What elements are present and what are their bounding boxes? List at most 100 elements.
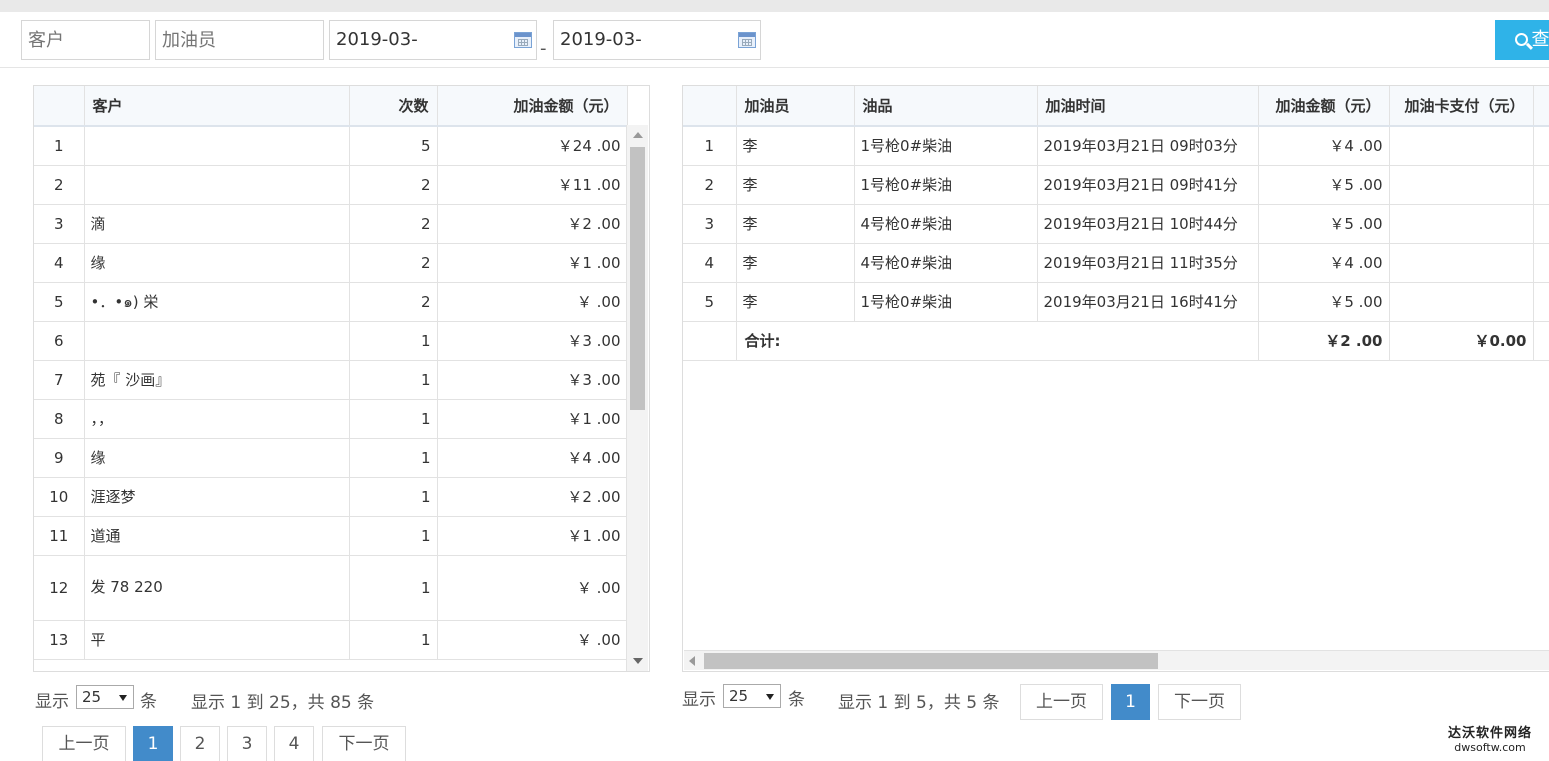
horizontal-scrollbar[interactable] xyxy=(684,650,1549,670)
customer-summary-table: 客户 次数 加油金额（元） 1 5 ￥24 .00 2 2 ￥11 .00 3 滴 2 ￥2 .0… xyxy=(34,86,628,660)
show-label: 显示 xyxy=(35,692,69,712)
col-time[interactable]: 加油时间 xyxy=(1037,86,1259,127)
col-product[interactable]: 油品 xyxy=(854,86,1038,127)
table-row[interactable]: 2李 1号枪0#柴油 2019年03月21日 09时41分 ￥5 .00 xyxy=(683,165,1549,205)
scroll-up-icon[interactable] xyxy=(633,132,643,138)
count-cell: 2 xyxy=(349,243,438,283)
scroll-left-icon[interactable] xyxy=(689,656,695,666)
date-from-field[interactable]: 2019-03- xyxy=(329,20,537,60)
table-row[interactable]: 10 涯逐梦 1 ￥2 .00 xyxy=(34,477,628,517)
table-row[interactable]: 5 •．•๑) 栄 2 ￥ .00 xyxy=(34,282,628,322)
table-row[interactable]: 3 滴 2 ￥2 .00 xyxy=(34,204,628,244)
total-card-payment: ￥0.00 xyxy=(1389,321,1534,361)
customer-cell: 缘 xyxy=(84,438,350,478)
count-cell: 5 xyxy=(349,126,438,166)
table-row[interactable]: 8，， 1 ￥1 .00 xyxy=(34,399,628,439)
col-count[interactable]: 次数 xyxy=(349,86,438,127)
total-row: 合计: ￥2 .00 ￥0.00 xyxy=(683,321,1549,361)
unit-label: 条 xyxy=(788,690,805,710)
table-row[interactable]: 3李 4号枪0#柴油 2019年03月21日 10时44分 ￥5 .00 xyxy=(683,204,1549,244)
next-page-button[interactable]: 下一页 xyxy=(1158,684,1241,720)
amount-cell: ￥5 .00 xyxy=(1258,204,1390,244)
table-row[interactable]: 13 平 1 ￥ .00 xyxy=(34,620,628,660)
count-cell: 1 xyxy=(349,360,438,400)
scroll-thumb[interactable] xyxy=(704,653,1158,669)
amount-cell: ￥4 .00 xyxy=(1258,243,1390,283)
page-button-1[interactable]: 1 xyxy=(1111,684,1150,720)
amount-cell: ￥1 .00 xyxy=(437,399,628,439)
table-row[interactable]: 4 缘 2 ￥1 .00 xyxy=(34,243,628,283)
more-cell xyxy=(1533,243,1549,283)
customer-cell xyxy=(84,165,350,205)
row-index: 2 xyxy=(34,165,85,205)
table-row[interactable]: 6 1 ￥3 .00 xyxy=(34,321,628,361)
scroll-thumb[interactable] xyxy=(630,147,645,410)
calendar-icon[interactable] xyxy=(738,32,756,48)
table-row[interactable]: 12 发 78 220 1 ￥ .00 xyxy=(34,555,628,621)
prev-page-button[interactable]: 上一页 xyxy=(1020,684,1103,720)
card-payment-cell xyxy=(1389,282,1534,322)
amount-cell: ￥4 .00 xyxy=(437,438,628,478)
scroll-down-icon[interactable] xyxy=(633,658,643,664)
count-cell: 2 xyxy=(349,204,438,244)
page-size-select[interactable]: 25 xyxy=(723,684,781,708)
next-page-button[interactable]: 下一页 xyxy=(322,726,406,761)
page-size-select[interactable]: 25 xyxy=(76,685,134,709)
total-amount: ￥2 .00 xyxy=(1258,321,1390,361)
vertical-scrollbar[interactable] xyxy=(626,125,648,671)
date-separator: - xyxy=(540,38,547,59)
search-button[interactable]: 查 xyxy=(1495,20,1549,60)
search-label: 查 xyxy=(1531,29,1549,50)
col-attendant[interactable]: 加油员 xyxy=(736,86,855,127)
customer-cell: 苑『 沙画』 xyxy=(84,360,350,400)
card-payment-cell xyxy=(1389,243,1534,283)
more-cell xyxy=(1533,165,1549,205)
calendar-icon[interactable] xyxy=(514,32,532,48)
page-button-4[interactable]: 4 xyxy=(274,726,314,761)
more-cell xyxy=(1533,204,1549,244)
table-row[interactable]: 1 5 ￥24 .00 xyxy=(34,126,628,166)
count-cell: 1 xyxy=(349,477,438,517)
prev-page-button[interactable]: 上一页 xyxy=(42,726,126,761)
row-index: 1 xyxy=(34,126,85,166)
product-cell: 4号枪0#柴油 xyxy=(854,204,1038,244)
table-row[interactable]: 11 道通 1 ￥1 .00 xyxy=(34,516,628,556)
customer-cell: 涯逐梦 xyxy=(84,477,350,517)
page-summary: 显示 1 到 25，共 85 条 xyxy=(191,693,375,713)
customer-input[interactable] xyxy=(21,20,150,60)
page-button-1[interactable]: 1 xyxy=(133,726,173,761)
count-cell: 2 xyxy=(349,282,438,322)
count-cell: 1 xyxy=(349,555,438,621)
more-cell xyxy=(1533,282,1549,322)
col-customer[interactable]: 客户 xyxy=(84,86,350,127)
attendant-input[interactable] xyxy=(155,20,324,60)
row-index: 9 xyxy=(34,438,85,478)
row-index: 7 xyxy=(34,360,85,400)
table-row[interactable]: 9 缘 1 ￥4 .00 xyxy=(34,438,628,478)
watermark-text: 达沃软件网络 xyxy=(1447,726,1532,741)
customer-cell: 平 xyxy=(84,620,350,660)
date-to-field[interactable]: 2019-03- xyxy=(553,20,761,60)
amount-cell: ￥5 .00 xyxy=(1258,282,1390,322)
time-cell: 2019年03月21日 09时03分 xyxy=(1037,126,1259,166)
attendant-cell: 李 xyxy=(736,126,855,166)
table-row[interactable]: 2 2 ￥11 .00 xyxy=(34,165,628,205)
card-payment-cell xyxy=(1389,165,1534,205)
table-row[interactable]: 4李 4号枪0#柴油 2019年03月21日 11时35分 ￥4 .00 xyxy=(683,243,1549,283)
count-cell: 1 xyxy=(349,620,438,660)
row-index: 3 xyxy=(34,204,85,244)
page-button-3[interactable]: 3 xyxy=(227,726,267,761)
col-amount[interactable]: 加油金额（元） xyxy=(1258,86,1390,127)
col-card-payment[interactable]: 加油卡支付（元） xyxy=(1389,86,1534,127)
card-payment-cell xyxy=(1389,204,1534,244)
chevron-down-icon xyxy=(766,694,774,700)
table-row[interactable]: 5李 1号枪0#柴油 2019年03月21日 16时41分 ￥5 .00 xyxy=(683,282,1549,322)
col-more xyxy=(1533,86,1549,127)
watermark-logo: 达沃软件网络 dwsoftw.com xyxy=(1440,722,1540,754)
table-row[interactable]: 7 苑『 沙画』 1 ￥3 .00 xyxy=(34,360,628,400)
amount-cell: ￥3 .00 xyxy=(437,360,628,400)
col-amount[interactable]: 加油金额（元） xyxy=(437,86,628,127)
page-button-2[interactable]: 2 xyxy=(180,726,220,761)
row-index: 12 xyxy=(34,555,85,621)
table-row[interactable]: 1李 1号枪0#柴油 2019年03月21日 09时03分 ￥4 .00 xyxy=(683,126,1549,166)
